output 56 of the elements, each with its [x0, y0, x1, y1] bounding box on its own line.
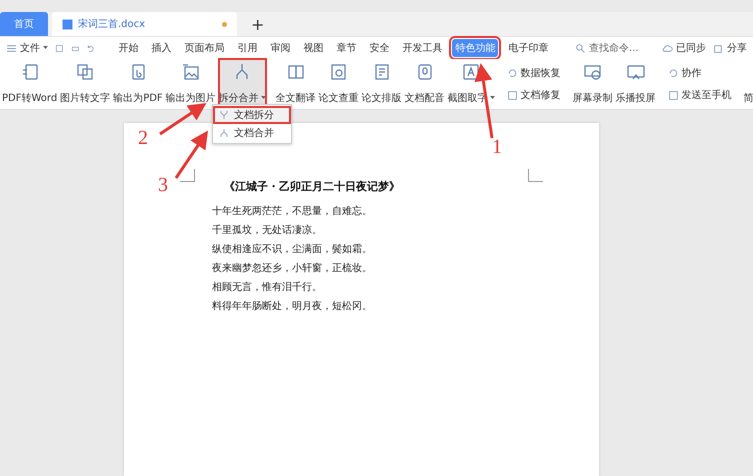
ribbon-small-button[interactable]: 发送至手机: [668, 88, 732, 102]
search-icon: [574, 42, 586, 54]
menu-item[interactable]: 文档拆分: [213, 106, 291, 124]
ribbon-button[interactable]: 全文翻译: [276, 59, 316, 109]
ribbon-small-button[interactable]: 协作: [668, 66, 732, 80]
menu-tab[interactable]: 开始: [115, 39, 142, 57]
menu-tab[interactable]: 引用: [234, 39, 260, 57]
ribbon-button[interactable]: 屏幕录制: [572, 59, 613, 109]
menu-item[interactable]: 文档合并: [213, 124, 291, 142]
menu-icon: [6, 42, 17, 54]
menu-tab[interactable]: 审阅: [267, 39, 294, 57]
ribbon-button[interactable]: 文档配音: [404, 59, 445, 109]
new-tab-button[interactable]: +: [251, 14, 264, 34]
image-text-icon: [75, 62, 96, 82]
text-capture-icon: [461, 62, 482, 82]
poem-line: 相顾无言，惟有泪千行。: [212, 280, 323, 295]
caret-icon: [43, 46, 48, 50]
poem-line: 料得年年肠断处，明月夜，短松冈。: [212, 300, 373, 314]
file-menu[interactable]: 文件: [6, 41, 48, 55]
merge-icon: [219, 128, 229, 138]
cloud-icon: [662, 42, 673, 54]
poem-line: 夜来幽梦忽还乡，小轩窗，正梳妆。: [212, 262, 373, 276]
ribbon-button[interactable]: 输出为PDF: [113, 59, 163, 109]
menu-tab[interactable]: 视图: [300, 39, 326, 57]
menu-tab[interactable]: 页面布局: [181, 39, 228, 57]
poem-line: 千里孤坟，无处话凄凉。: [212, 224, 323, 238]
menu-tab[interactable]: 插入: [148, 39, 174, 57]
ribbon-button[interactable]: 论文排版: [362, 59, 402, 109]
undo-icon: [86, 42, 96, 54]
step-number: 2: [138, 127, 148, 150]
restore-icon: [668, 68, 679, 78]
poem-title: 《江城子・乙卯正月二十日夜记梦》: [224, 179, 401, 194]
poem-line: 纵使相逢应不识，尘满面，鬓如霜。: [212, 242, 373, 257]
poem-line: 十年生死两茫茫，不思量，自难忘。: [212, 204, 373, 219]
menu-tab[interactable]: 开发工具: [399, 39, 446, 57]
ribbon-small-button[interactable]: 文档修复: [506, 88, 561, 102]
ribbon-button[interactable]: 乐播投屏: [616, 59, 656, 109]
sync-button[interactable]: 已同步: [662, 41, 706, 55]
ribbon-button[interactable]: 论文查重: [318, 59, 359, 109]
ribbon-button[interactable]: 输出为图片: [166, 59, 216, 109]
ribbon-button[interactable]: 图片转文字: [60, 59, 110, 109]
split-icon: [219, 110, 229, 120]
word-document-icon: [62, 18, 73, 30]
menu-tab[interactable]: 电子印章: [505, 39, 552, 57]
restore-icon: [506, 68, 518, 78]
image-export-icon: [180, 62, 201, 82]
document-tab[interactable]: 宋词三首.docx: [52, 12, 237, 36]
share-button[interactable]: 分享: [712, 41, 747, 55]
step-number: 3: [158, 174, 168, 197]
menu-tab[interactable]: 安全: [366, 39, 392, 57]
menu-tab[interactable]: 章节: [333, 39, 360, 57]
ribbon-button[interactable]: PDF转Word: [2, 59, 58, 109]
ribbon-small-button[interactable]: 数据恢复: [506, 66, 561, 80]
ribbon-button[interactable]: 简: [744, 59, 753, 109]
step-number: 1: [492, 136, 502, 159]
search-field[interactable]: 查找命令...: [574, 41, 638, 55]
